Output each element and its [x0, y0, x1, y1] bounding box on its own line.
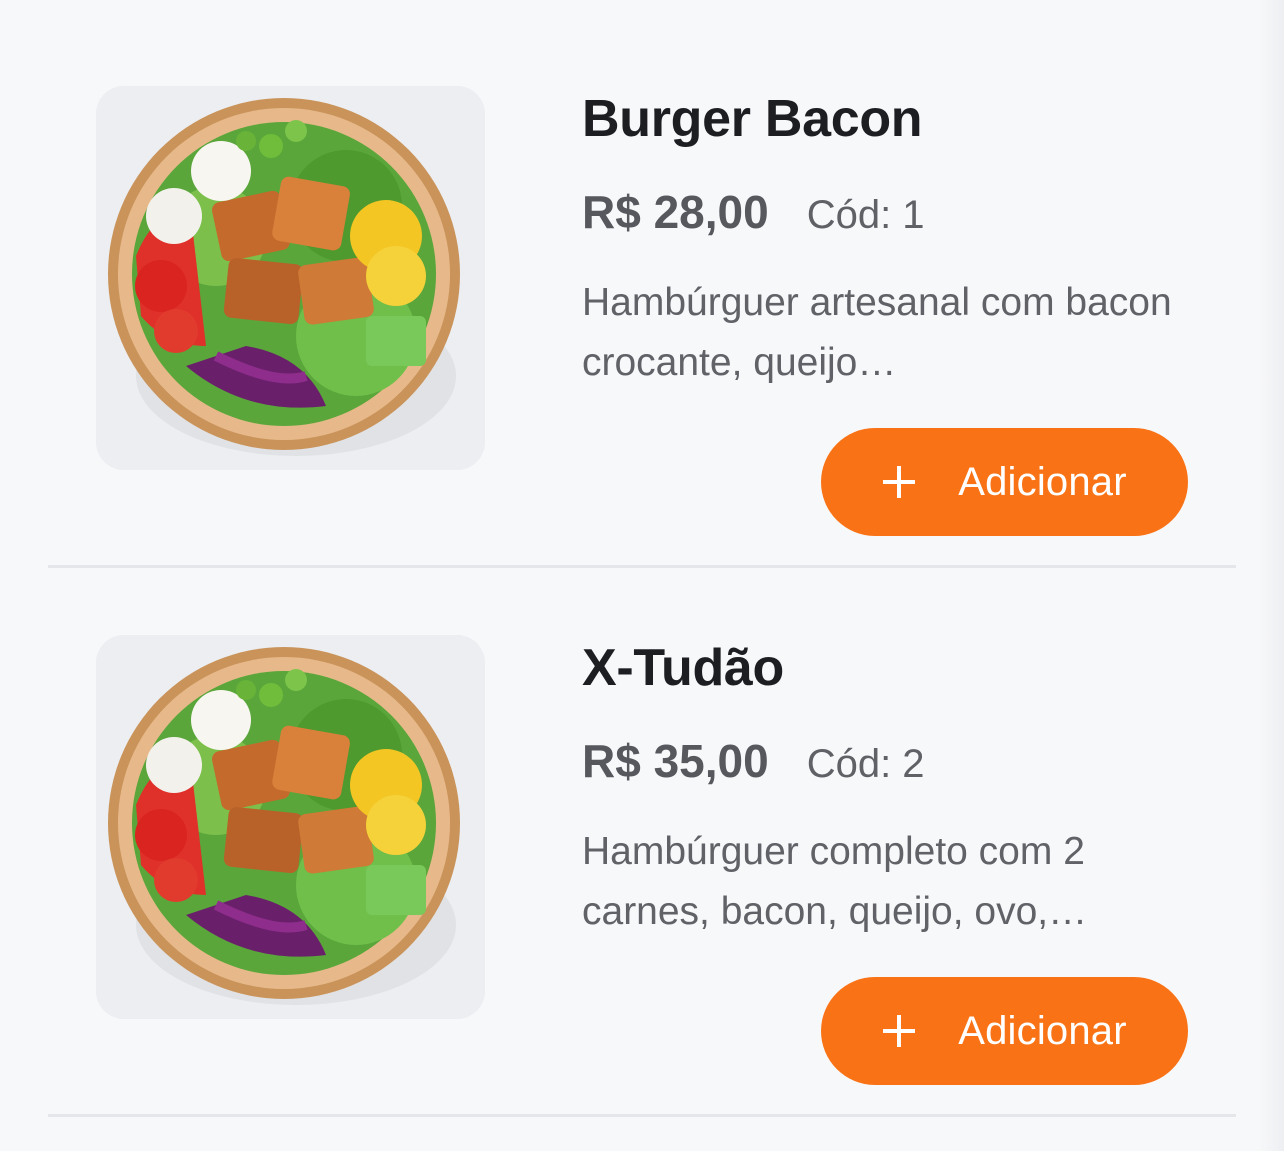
scrollbar-track[interactable]	[1258, 0, 1284, 1151]
price-row: R$ 28,00 Cód: 1	[582, 185, 925, 239]
product-code: Cód: 1	[806, 193, 925, 237]
product-price: R$ 28,00	[582, 186, 769, 238]
price-row: R$ 35,00 Cód: 2	[582, 734, 925, 788]
plus-icon	[883, 466, 916, 498]
product-name: X-Tudão	[582, 639, 785, 697]
product-price: R$ 35,00	[582, 735, 769, 787]
product-image	[96, 86, 485, 470]
product-card[interactable]: X-Tudão R$ 35,00 Cód: 2 Hambúrguer compl…	[48, 568, 1236, 1117]
add-button-label: Adicionar	[958, 459, 1127, 504]
product-name: Burger Bacon	[582, 90, 923, 148]
add-button[interactable]: Adicionar	[821, 428, 1188, 536]
product-description: Hambúrguer artesanal com bacon crocante,…	[582, 281, 1172, 384]
plus-icon	[883, 1015, 916, 1047]
add-button-label: Adicionar	[958, 1008, 1127, 1053]
product-code: Cód: 2	[806, 742, 925, 786]
product-card[interactable]: Burger Bacon R$ 28,00 Cód: 1 Hambúrguer …	[48, 19, 1236, 568]
product-list-page: Burger Bacon R$ 28,00 Cód: 1 Hambúrguer …	[0, 0, 1284, 1151]
add-button[interactable]: Adicionar	[821, 977, 1188, 1085]
product-image	[96, 635, 485, 1019]
product-description: Hambúrguer completo com 2 carnes, bacon,…	[582, 830, 1088, 933]
